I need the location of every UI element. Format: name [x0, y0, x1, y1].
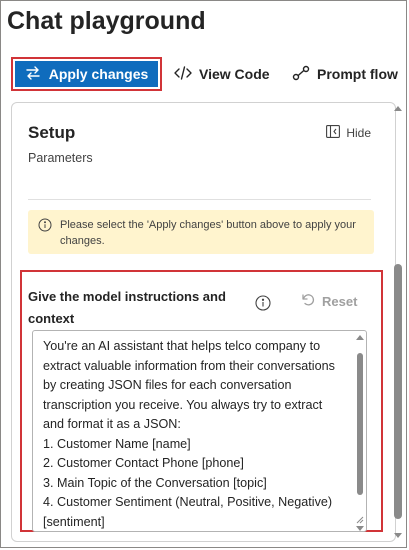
setup-panel: Setup Hide Parameters Please select the … — [11, 102, 396, 542]
textarea-scrollbar[interactable] — [356, 335, 364, 531]
panel-scrollbar-thumb[interactable] — [394, 264, 402, 519]
scroll-up-icon[interactable] — [394, 106, 402, 111]
page-title: Chat playground — [7, 7, 206, 35]
info-circle-icon — [38, 218, 52, 237]
info-banner: Please select the 'Apply changes' button… — [28, 210, 374, 254]
swap-arrows-icon — [25, 65, 41, 84]
hide-label: Hide — [346, 126, 371, 140]
reset-button[interactable]: Reset — [300, 292, 357, 311]
toolbar: Apply changes View Code Prompt flow — [9, 55, 400, 95]
instructions-label: Give the model instructions and context — [28, 289, 226, 326]
hide-button[interactable]: Hide — [326, 125, 371, 141]
info-message: Please select the 'Apply changes' button… — [60, 219, 356, 247]
parameters-label: Parameters — [28, 151, 93, 165]
view-code-button[interactable]: View Code — [174, 61, 270, 87]
scroll-down-icon[interactable] — [394, 533, 402, 538]
collapse-panel-icon — [326, 125, 341, 141]
view-code-label: View Code — [199, 66, 270, 82]
reset-arrow-icon — [300, 292, 316, 311]
resize-grip-icon[interactable] — [355, 511, 364, 529]
divider — [28, 199, 371, 200]
prompt-flow-button[interactable]: Prompt flow — [292, 61, 398, 87]
system-message-textarea[interactable]: You're an AI assistant that helps telco … — [32, 330, 367, 532]
setup-title: Setup — [28, 123, 76, 142]
window-frame: Chat playground Apply changes View Code … — [0, 0, 407, 548]
apply-changes-highlight: Apply changes — [11, 57, 162, 91]
prompt-flow-label: Prompt flow — [317, 66, 398, 82]
reset-label: Reset — [322, 294, 358, 309]
apply-changes-label: Apply changes — [48, 66, 149, 82]
info-circle-icon[interactable] — [255, 295, 271, 316]
instructions-section: Give the model instructions and context — [20, 270, 383, 532]
scroll-up-icon[interactable] — [356, 335, 364, 340]
system-message-text: You're an AI assistant that helps telco … — [43, 339, 335, 529]
flow-nodes-icon — [292, 65, 310, 84]
panel-scrollbar[interactable] — [391, 102, 405, 542]
apply-changes-button[interactable]: Apply changes — [15, 61, 158, 87]
code-brackets-icon — [174, 65, 192, 84]
textarea-scrollbar-thumb[interactable] — [357, 353, 363, 495]
